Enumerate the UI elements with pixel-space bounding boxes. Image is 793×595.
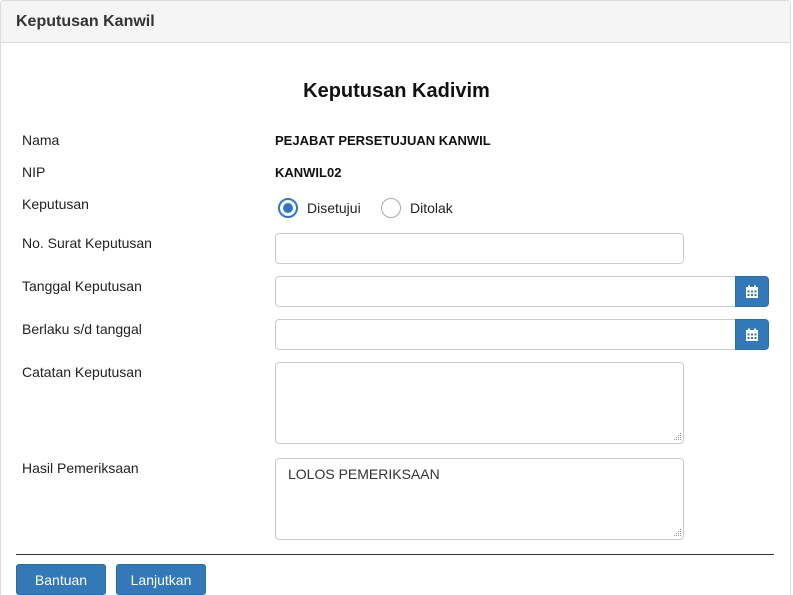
decision-panel: Keputusan Kanwil Keputusan Kadivim Nama … [0, 0, 791, 595]
radio-disetujui-circle[interactable] [278, 198, 298, 218]
radio-disetujui[interactable]: Disetujui [278, 197, 361, 219]
no-surat-input[interactable] [275, 233, 684, 264]
nama-value: PEJABAT PERSETUJUAN KANWIL [275, 133, 491, 148]
keputusan-label: Keputusan [22, 196, 89, 212]
nama-label: Nama [22, 132, 60, 148]
catatan-textarea[interactable] [275, 362, 684, 444]
radio-disetujui-label: Disetujui [307, 200, 361, 216]
nip-value: KANWIL02 [275, 165, 342, 180]
nip-label: NIP [22, 164, 46, 180]
radio-ditolak[interactable]: Ditolak [381, 197, 453, 219]
tanggal-label: Tanggal Keputusan [22, 278, 142, 294]
tanggal-calendar-button[interactable] [735, 276, 769, 307]
catatan-label: Catatan Keputusan [22, 364, 142, 380]
no-surat-label: No. Surat Keputusan [22, 235, 152, 251]
form-title: Keputusan Kadivim [303, 80, 490, 102]
berlaku-calendar-button[interactable] [735, 319, 769, 350]
tanggal-input[interactable] [275, 276, 736, 307]
hasil-textarea[interactable]: LOLOS PEMERIKSAAN [275, 458, 684, 540]
radio-ditolak-circle[interactable] [381, 198, 401, 218]
continue-button[interactable]: Lanjutkan [116, 564, 206, 595]
hasil-label: Hasil Pemeriksaan [22, 460, 139, 476]
help-button[interactable]: Bantuan [16, 564, 106, 595]
radio-ditolak-label: Ditolak [410, 200, 453, 216]
calendar-icon [746, 328, 758, 341]
panel-heading: Keputusan Kanwil [1, 1, 790, 43]
calendar-icon [746, 285, 758, 298]
resize-grip-icon[interactable] [673, 528, 682, 537]
berlaku-input[interactable] [275, 319, 736, 350]
resize-grip-icon[interactable] [673, 432, 682, 441]
panel-title: Keputusan Kanwil [16, 13, 155, 30]
berlaku-label: Berlaku s/d tanggal [22, 321, 142, 337]
footer-divider [16, 554, 774, 555]
